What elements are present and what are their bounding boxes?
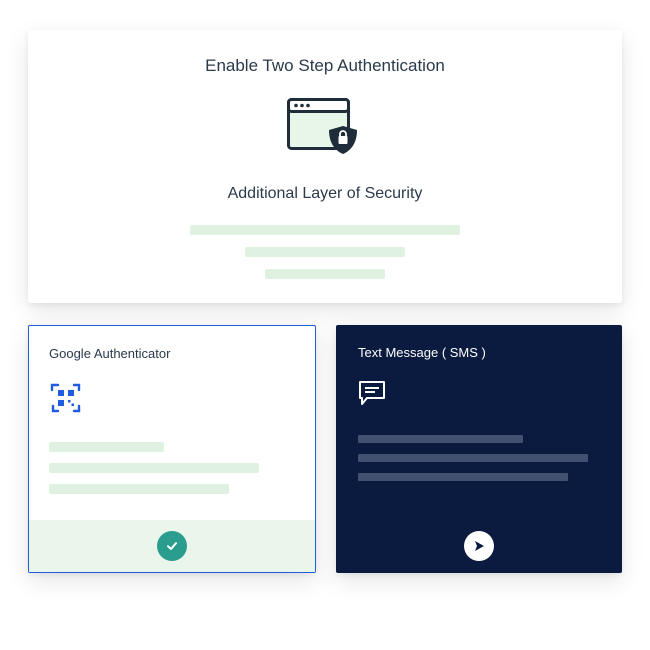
browser-window-icon xyxy=(287,98,363,162)
browser-shield-illustration xyxy=(287,98,363,167)
message-icon xyxy=(358,395,388,412)
auth-options-row: Google Authenticator xyxy=(28,325,622,573)
placeholder-line xyxy=(358,435,523,443)
placeholder-line xyxy=(358,473,568,481)
option-google-authenticator[interactable]: Google Authenticator xyxy=(28,325,316,573)
send-icon xyxy=(472,539,486,553)
qr-scan-icon xyxy=(49,381,83,420)
option-description-placeholder xyxy=(358,435,600,481)
check-icon xyxy=(165,539,179,553)
placeholder-line xyxy=(49,484,229,494)
selected-check-button[interactable] xyxy=(157,531,187,561)
option-title: Google Authenticator xyxy=(49,346,295,361)
option-sms[interactable]: Text Message ( SMS ) xyxy=(336,325,622,573)
placeholder-line xyxy=(49,442,164,452)
placeholder-line xyxy=(49,463,259,473)
option-footer xyxy=(336,519,622,573)
placeholder-line xyxy=(265,269,385,279)
description-placeholder xyxy=(48,225,602,279)
option-footer xyxy=(29,520,315,572)
placeholder-line xyxy=(358,454,588,462)
page-subtitle: Additional Layer of Security xyxy=(48,185,602,203)
option-description-placeholder xyxy=(49,442,295,494)
placeholder-line xyxy=(245,247,405,257)
twofa-intro-card: Enable Two Step Authentication Additiona… xyxy=(28,30,622,303)
proceed-button[interactable] xyxy=(464,531,494,561)
page-title: Enable Two Step Authentication xyxy=(48,56,602,76)
option-title: Text Message ( SMS ) xyxy=(358,345,600,360)
placeholder-line xyxy=(190,225,460,235)
